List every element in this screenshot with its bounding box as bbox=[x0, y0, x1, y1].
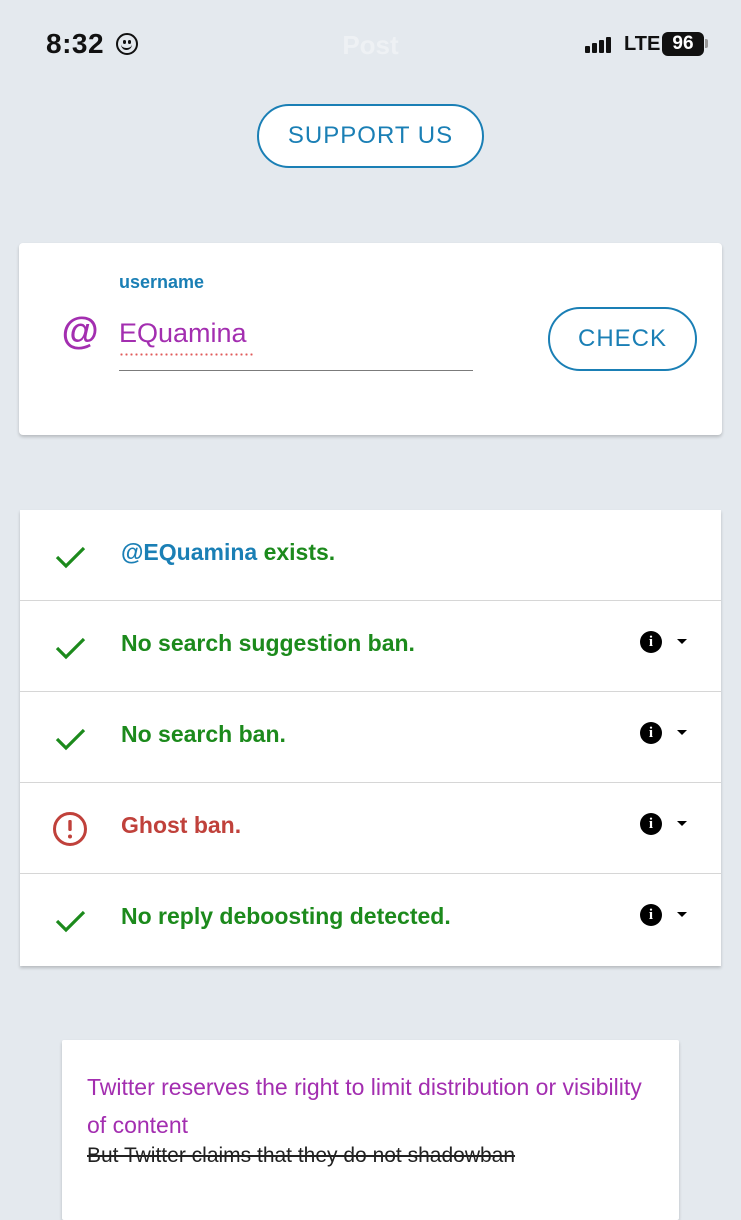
caret-down-icon[interactable] bbox=[677, 912, 687, 917]
battery-icon: 96 bbox=[662, 32, 704, 56]
check-icon bbox=[55, 728, 86, 751]
result-text: No reply deboosting detected. bbox=[121, 903, 451, 929]
results-card: @EQuamina exists. No search suggestion b… bbox=[20, 510, 721, 966]
alert-circle-icon bbox=[53, 812, 87, 846]
network-type: LTE bbox=[624, 33, 661, 55]
signal-icon bbox=[585, 35, 615, 55]
info-icon[interactable]: i bbox=[640, 813, 662, 835]
status-bar: 8:32 Post LTE 96 bbox=[0, 0, 741, 86]
result-row-exists: @EQuamina exists. bbox=[20, 510, 721, 601]
at-icon: @ bbox=[61, 311, 99, 353]
info-icon[interactable]: i bbox=[640, 904, 662, 926]
result-text: @EQuamina exists. bbox=[121, 539, 336, 565]
username-label: username bbox=[119, 272, 205, 292]
caret-down-icon[interactable] bbox=[677, 730, 687, 735]
check-icon bbox=[55, 637, 86, 660]
search-card: @ username CHECK bbox=[19, 243, 722, 435]
check-icon bbox=[55, 910, 86, 933]
notice-subtitle: But Twitter claims that they do not shad… bbox=[87, 1144, 516, 1167]
spellcheck-underline bbox=[119, 353, 254, 356]
result-handle: @EQuamina bbox=[121, 539, 258, 565]
result-row-search-suggestion[interactable]: No search suggestion ban. i bbox=[20, 601, 721, 692]
check-button[interactable]: CHECK bbox=[548, 307, 697, 371]
result-row-search-ban[interactable]: No search ban. i bbox=[20, 692, 721, 783]
result-text: No search suggestion ban. bbox=[121, 630, 415, 656]
notice-card: Twitter reserves the right to limit dist… bbox=[62, 1040, 679, 1220]
result-text: Ghost ban. bbox=[121, 812, 242, 838]
info-icon[interactable]: i bbox=[640, 722, 662, 744]
result-text: No search ban. bbox=[121, 721, 286, 747]
result-row-reply-deboosting[interactable]: No reply deboosting detected. i bbox=[20, 874, 721, 965]
notice-title: Twitter reserves the right to limit dist… bbox=[87, 1074, 642, 1138]
caret-down-icon[interactable] bbox=[677, 821, 687, 826]
info-icon[interactable]: i bbox=[640, 631, 662, 653]
battery-tip bbox=[705, 39, 708, 48]
support-us-button[interactable]: SUPPORT US bbox=[257, 104, 484, 168]
caret-down-icon[interactable] bbox=[677, 639, 687, 644]
username-input[interactable] bbox=[119, 313, 473, 371]
check-icon bbox=[55, 546, 86, 569]
result-row-ghost-ban[interactable]: Ghost ban. i bbox=[20, 783, 721, 874]
